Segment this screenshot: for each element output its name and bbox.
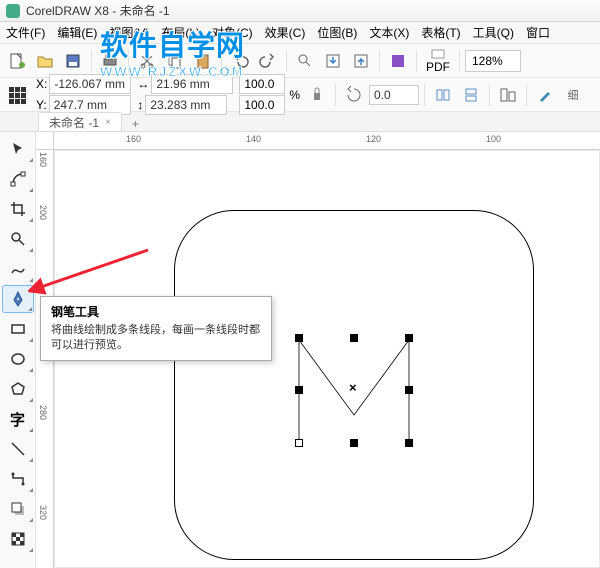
document-tab-bar: 未命名 -1 × + xyxy=(0,112,600,132)
cut-button[interactable] xyxy=(134,48,160,74)
selection-handle[interactable] xyxy=(405,439,413,447)
close-tab-icon[interactable]: × xyxy=(105,117,111,128)
save-button[interactable] xyxy=(60,48,86,74)
menu-edit[interactable]: 编辑(E) xyxy=(51,24,103,41)
rotation-field[interactable]: 0.0 xyxy=(369,85,419,105)
redo-button[interactable] xyxy=(255,48,281,74)
drop-shadow-tool[interactable] xyxy=(2,495,34,523)
lock-ratio-button[interactable] xyxy=(304,82,330,108)
search-button[interactable] xyxy=(292,48,318,74)
pdf-label: PDF xyxy=(426,60,450,74)
title-bar: CorelDRAW X8 - 未命名 -1 xyxy=(0,0,600,22)
transparency-tool[interactable] xyxy=(2,525,34,553)
outline-pen-button[interactable] xyxy=(532,82,558,108)
object-origin-button[interactable] xyxy=(4,82,30,108)
open-button[interactable] xyxy=(32,48,58,74)
property-bar: X:-126.067 mm Y:247.7 mm ↔21.96 mm ↕23.2… xyxy=(0,78,600,112)
scale-y-field[interactable]: 100.0 xyxy=(239,95,285,115)
selection-handle[interactable] xyxy=(350,334,358,342)
selection-center-marker: × xyxy=(349,380,357,395)
height-icon: ↕ xyxy=(137,98,143,112)
copy-button[interactable] xyxy=(162,48,188,74)
workspace: 字 160 140 120 100 160 200 240 280 320 xyxy=(0,132,600,568)
mirror-v-button[interactable] xyxy=(458,82,484,108)
freehand-tool[interactable] xyxy=(2,255,34,283)
print-button[interactable] xyxy=(97,48,123,74)
window-title: CorelDRAW X8 - 未命名 -1 xyxy=(26,2,170,19)
width-field[interactable]: 21.96 mm xyxy=(151,74,233,94)
zoom-tool[interactable] xyxy=(2,225,34,253)
selection-handle[interactable] xyxy=(295,439,303,447)
tooltip-title: 钢笔工具 xyxy=(51,303,261,320)
menu-table[interactable]: 表格(T) xyxy=(415,24,466,41)
menu-text[interactable]: 文本(X) xyxy=(363,24,415,41)
menu-window[interactable]: 窗口 xyxy=(520,24,556,41)
publish-button[interactable] xyxy=(385,48,411,74)
selection-handle[interactable] xyxy=(295,334,303,342)
mirror-h-button[interactable] xyxy=(430,82,456,108)
rectangle-tool[interactable] xyxy=(2,315,34,343)
app-icon xyxy=(6,4,20,18)
text-tool[interactable]: 字 xyxy=(2,405,34,433)
height-field[interactable]: 23.283 mm xyxy=(145,95,227,115)
pick-tool[interactable] xyxy=(2,135,34,163)
polygon-tool[interactable] xyxy=(2,375,34,403)
horizontal-ruler[interactable]: 160 140 120 100 xyxy=(36,132,600,150)
standard-toolbar: PDF 128% xyxy=(0,44,600,78)
connector-tool[interactable] xyxy=(2,465,34,493)
percent-label: % xyxy=(289,88,300,102)
document-tab[interactable]: 未命名 -1 × xyxy=(38,112,122,131)
pen-tool[interactable] xyxy=(2,285,34,313)
menu-bar: 文件(F) 编辑(E) 视图(V) 布局(L) 对象(C) 效果(C) 位图(B… xyxy=(0,22,600,44)
menu-bitmap[interactable]: 位图(B) xyxy=(311,24,363,41)
selection-handle[interactable] xyxy=(405,386,413,394)
menu-object[interactable]: 对象(C) xyxy=(206,24,259,41)
paste-button[interactable] xyxy=(190,48,216,74)
tooltip-body: 将曲线绘制成多条线段，每画一条线段时都可以进行预览。 xyxy=(51,323,261,354)
menu-tools[interactable]: 工具(Q) xyxy=(467,24,520,41)
selection-handle[interactable] xyxy=(350,439,358,447)
x-label: X: xyxy=(36,77,47,91)
tab-label: 未命名 -1 xyxy=(49,114,99,131)
pdf-export-button[interactable]: PDF xyxy=(422,48,454,74)
pen-tool-tooltip: 钢笔工具 将曲线绘制成多条线段，每画一条线段时都可以进行预览。 xyxy=(40,296,272,361)
width-icon: ↔ xyxy=(137,77,149,91)
menu-effect[interactable]: 效果(C) xyxy=(259,24,312,41)
zoom-level[interactable]: 128% xyxy=(465,50,521,72)
ellipse-tool[interactable] xyxy=(2,345,34,373)
selection-handle[interactable] xyxy=(405,334,413,342)
scale-x-field[interactable]: 100.0 xyxy=(239,74,285,94)
outline-width-button[interactable]: 细 xyxy=(560,82,586,108)
menu-view[interactable]: 视图(V) xyxy=(103,24,155,41)
export-button[interactable] xyxy=(348,48,374,74)
ruler-corner[interactable] xyxy=(36,132,54,150)
import-button[interactable] xyxy=(320,48,346,74)
x-position-field[interactable]: -126.067 mm xyxy=(49,74,131,94)
new-button[interactable] xyxy=(4,48,30,74)
new-tab-button[interactable]: + xyxy=(126,117,145,131)
undo-button[interactable] xyxy=(227,48,253,74)
rotation-icon xyxy=(341,82,367,108)
selection-handle[interactable] xyxy=(295,386,303,394)
align-button[interactable] xyxy=(495,82,521,108)
dimension-tool[interactable] xyxy=(2,435,34,463)
menu-file[interactable]: 文件(F) xyxy=(0,24,51,41)
shape-tool[interactable] xyxy=(2,165,34,193)
crop-tool[interactable] xyxy=(2,195,34,223)
toolbox: 字 xyxy=(0,132,36,568)
menu-layout[interactable]: 布局(L) xyxy=(155,24,206,41)
m-curve-shape[interactable] xyxy=(279,320,429,470)
y-label: Y: xyxy=(36,98,47,112)
